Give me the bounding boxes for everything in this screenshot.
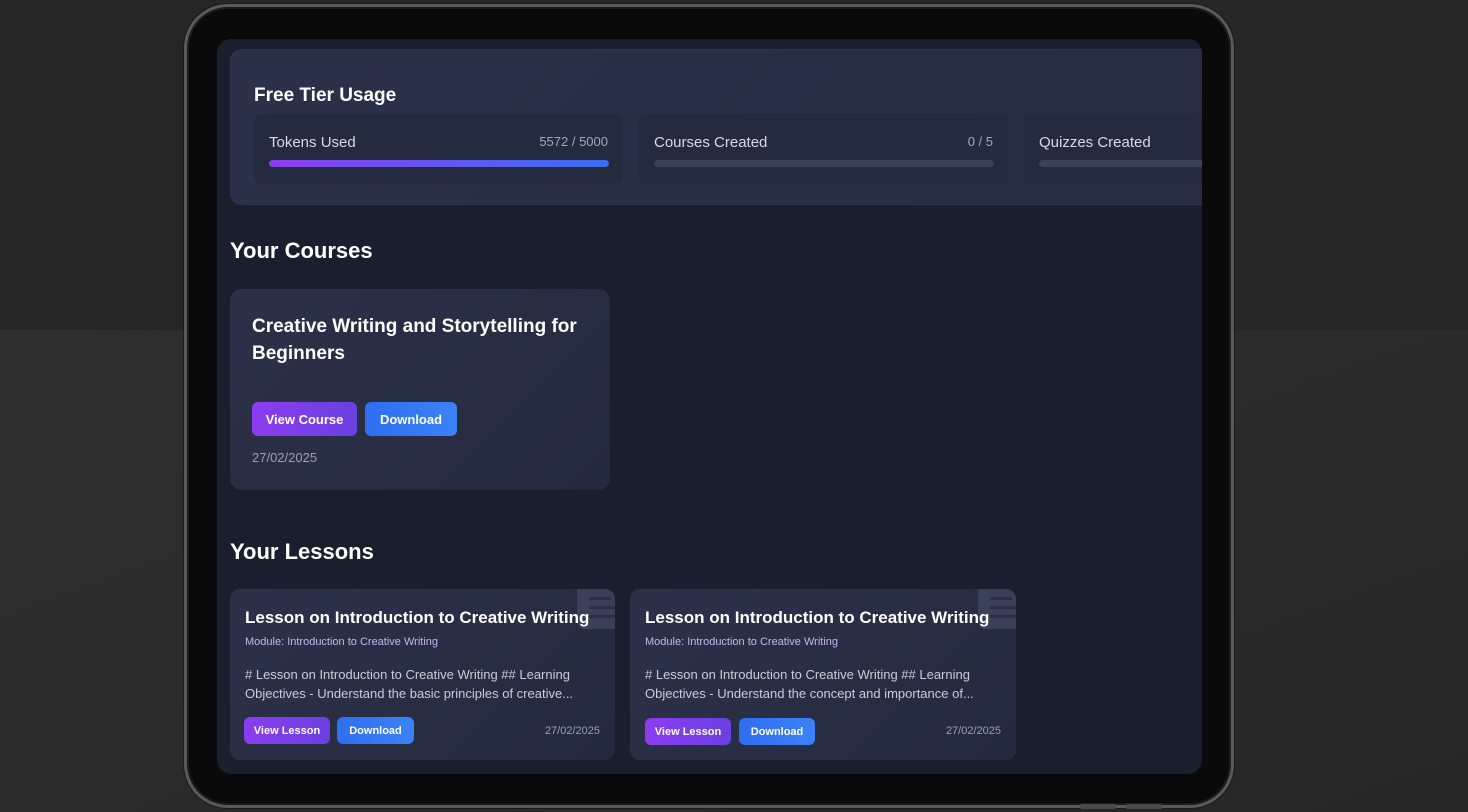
usage-label: Tokens Used [269,134,356,151]
lesson-module: Module: Introduction to Creative Writing [645,636,838,648]
view-course-button[interactable]: View Course [252,402,357,436]
lesson-description: # Lesson on Introduction to Creative Wri… [245,667,574,701]
lessons-section-title: Your Lessons [230,539,374,564]
usage-count: 5572 / 5000 [539,134,608,149]
tablet-button [1126,804,1162,809]
view-lesson-button[interactable]: View Lesson [645,718,731,745]
lesson-module: Module: Introduction to Creative Writing [245,636,438,648]
progress-track [269,160,609,167]
usage-label: Courses Created [654,134,768,151]
usage-card-courses: Courses Created 0 / 5 [639,114,1008,184]
course-title: Creative Writing and Storytelling for Be… [252,316,577,364]
lesson-card: Lesson on Introduction to Creative Writi… [230,589,615,760]
lesson-title: Lesson on Introduction to Creative Writi… [645,608,990,627]
lesson-description: # Lesson on Introduction to Creative Wri… [645,667,974,701]
courses-section-title: Your Courses [230,238,373,263]
progress-track [654,160,994,167]
lesson-card: Lesson on Introduction to Creative Writi… [630,589,1016,760]
lesson-title: Lesson on Introduction to Creative Writi… [245,608,590,627]
download-course-button[interactable]: Download [365,402,457,436]
usage-panel: Free Tier Usage Tokens Used 5572 / 5000 … [230,49,1202,205]
progress-track [1039,160,1202,167]
view-lesson-button[interactable]: View Lesson [244,717,330,744]
download-lesson-button[interactable]: Download [739,718,815,745]
download-lesson-button[interactable]: Download [337,717,414,744]
app-screen: Free Tier Usage Tokens Used 5572 / 5000 … [217,39,1202,774]
usage-card-quizzes: Quizzes Created [1024,114,1202,184]
lesson-date: 27/02/2025 [544,725,600,737]
progress-fill [269,160,609,167]
usage-card-tokens: Tokens Used 5572 / 5000 [254,114,623,184]
usage-label: Quizzes Created [1039,134,1151,151]
course-card: Creative Writing and Storytelling for Be… [230,289,610,490]
usage-count: 0 / 5 [967,134,993,149]
tablet-button [1080,804,1116,809]
lesson-date: 27/02/2025 [945,725,1001,737]
course-date: 27/02/2025 [252,450,318,465]
usage-title: Free Tier Usage [254,85,397,106]
